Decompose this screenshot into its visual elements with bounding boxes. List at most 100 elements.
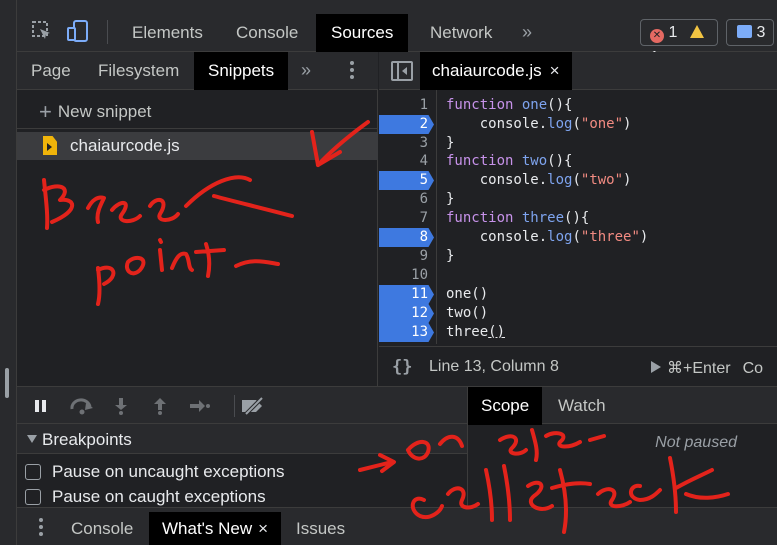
issues-counter-badge[interactable]: ✕ 1 1 [640, 19, 718, 66]
toggle-navigator-icon[interactable] [391, 61, 413, 81]
line-number-breakpoint[interactable]: 12 [379, 304, 434, 323]
step-into-icon[interactable] [112, 397, 130, 415]
code-line[interactable]: two() [446, 304, 488, 323]
sources-navigator: Page Filesystem Snippets » + New snippet … [17, 52, 378, 386]
code-line[interactable]: function one(){ [446, 96, 572, 115]
tab-page[interactable]: Page [17, 52, 85, 90]
code-line[interactable]: console.log("one") [446, 115, 632, 134]
tab-sources[interactable]: Sources [316, 14, 409, 52]
editor-tabs: chaiaurcode.js × [379, 52, 777, 90]
drawer-tab-issues[interactable]: Issues [283, 512, 358, 545]
tab-network[interactable]: Network [416, 14, 506, 52]
code-line[interactable]: three() [446, 323, 505, 342]
code-function-name: two [521, 153, 548, 169]
line-number[interactable]: 1 [379, 96, 434, 115]
drawer-menu-icon[interactable] [38, 518, 44, 538]
plus-icon: + [39, 99, 52, 124]
inspect-element-icon[interactable] [31, 20, 53, 42]
left-edge-strip [0, 0, 17, 545]
step-over-icon[interactable] [69, 397, 95, 415]
code-line[interactable]: function two(){ [446, 152, 572, 171]
code-editor-pane: chaiaurcode.js × 1 2 3 4 5 6 7 8 9 10 11 … [379, 52, 777, 386]
scope-pane: Scope Watch Not paused [467, 386, 777, 507]
navigator-tabs: Page Filesystem Snippets » [17, 52, 378, 90]
more-navigator-tabs-icon[interactable]: » [301, 60, 311, 81]
pause-uncaught-checkbox[interactable] [25, 464, 41, 480]
code-text: (){ [564, 210, 590, 226]
code-line[interactable]: function three(){ [446, 209, 589, 228]
line-number-breakpoint[interactable]: 8 [379, 228, 434, 247]
line-number-breakpoint[interactable]: 2 [379, 115, 434, 134]
navigator-menu-icon[interactable] [349, 61, 355, 81]
code-line[interactable]: console.log("three") [446, 228, 649, 247]
code-text: ( [572, 229, 581, 245]
line-number[interactable]: 10 [379, 266, 434, 285]
more-tabs-icon[interactable]: » [522, 22, 532, 43]
line-number[interactable]: 6 [379, 190, 434, 209]
tab-snippets[interactable]: Snippets [194, 52, 289, 90]
code-method: log [547, 172, 573, 188]
message-icon [737, 25, 752, 38]
run-shortcut: ⌘+Enter [667, 360, 731, 377]
pretty-print-button[interactable]: {} [392, 357, 412, 377]
pause-caught-label: Pause on caught exceptions [52, 487, 266, 506]
expand-triangle-icon [27, 435, 37, 443]
code-text: console. [446, 172, 548, 188]
line-number-gutter[interactable]: 1 2 3 4 5 6 7 8 9 10 11 12 13 [379, 90, 437, 344]
device-toolbar-icon[interactable] [67, 20, 89, 42]
line-number[interactable]: 7 [379, 209, 434, 228]
line-number-breakpoint[interactable]: 11 [379, 285, 434, 304]
code-function-name: one [521, 97, 548, 113]
drawer-tab-whats-new[interactable]: What's New × [149, 512, 282, 545]
pause-caught-checkbox[interactable] [25, 489, 41, 505]
code-text: (){ [547, 97, 573, 113]
resize-handle[interactable] [5, 368, 9, 398]
debugger-toolbar-divider [234, 395, 235, 417]
breakpoints-title: Breakpoints [42, 430, 132, 449]
line-number[interactable]: 3 [379, 134, 434, 153]
step-out-icon[interactable] [151, 397, 169, 415]
line-number-breakpoint[interactable]: 13 [379, 323, 434, 342]
code-line[interactable]: } [446, 247, 454, 266]
scope-tabs: Scope Watch [468, 386, 777, 425]
devtools-main-toolbar: Elements Console Sources Network » ✕ 1 1… [17, 0, 777, 66]
drawer-tab-console[interactable]: Console [58, 512, 146, 545]
tab-filesystem[interactable]: Filesystem [84, 52, 193, 90]
step-icon[interactable] [189, 397, 211, 415]
code-text: ( [572, 116, 581, 132]
line-number-breakpoint[interactable]: 5 [379, 171, 434, 190]
code-text: ) [639, 229, 649, 245]
pause-icon[interactable] [32, 397, 50, 415]
cursor-position: Line 13, Column 8 [429, 358, 559, 375]
run-snippet-button[interactable]: ⌘+Enter Co [651, 358, 763, 378]
breakpoints-header[interactable]: Breakpoints [17, 424, 467, 454]
not-paused-message: Not paused [655, 434, 737, 451]
tab-watch[interactable]: Watch [545, 387, 619, 425]
line-number[interactable]: 4 [379, 152, 434, 171]
code-line[interactable]: one() [446, 285, 488, 304]
messages-counter-badge[interactable]: 3 [726, 19, 774, 46]
debugger-toolbar [17, 386, 467, 424]
code-text: ) [623, 116, 632, 132]
tab-console[interactable]: Console [222, 14, 312, 52]
line-number[interactable]: 9 [379, 247, 434, 266]
code-string: "three" [580, 229, 640, 245]
new-snippet-button[interactable]: + New snippet [39, 99, 151, 125]
navigator-divider [17, 128, 378, 129]
code-line[interactable]: } [446, 190, 454, 209]
close-drawer-tab-icon[interactable]: × [258, 519, 268, 538]
code-text: console. [446, 116, 548, 132]
tab-scope[interactable]: Scope [468, 387, 543, 425]
editor-status-bar: {} Line 13, Column 8 ⌘+Enter Co [379, 346, 777, 386]
code-keyword: function [446, 97, 514, 113]
close-tab-icon[interactable]: × [550, 61, 560, 80]
warning-icon [689, 25, 704, 38]
tab-elements[interactable]: Elements [118, 14, 217, 52]
code-text: three [446, 324, 489, 340]
code-line[interactable]: } [446, 134, 454, 153]
play-icon [651, 361, 661, 373]
code-line[interactable]: console.log("two") [446, 171, 632, 190]
editor-tab-file[interactable]: chaiaurcode.js × [420, 52, 572, 90]
snippet-file-item[interactable]: chaiaurcode.js [17, 132, 378, 160]
deactivate-breakpoints-icon[interactable] [240, 397, 266, 415]
